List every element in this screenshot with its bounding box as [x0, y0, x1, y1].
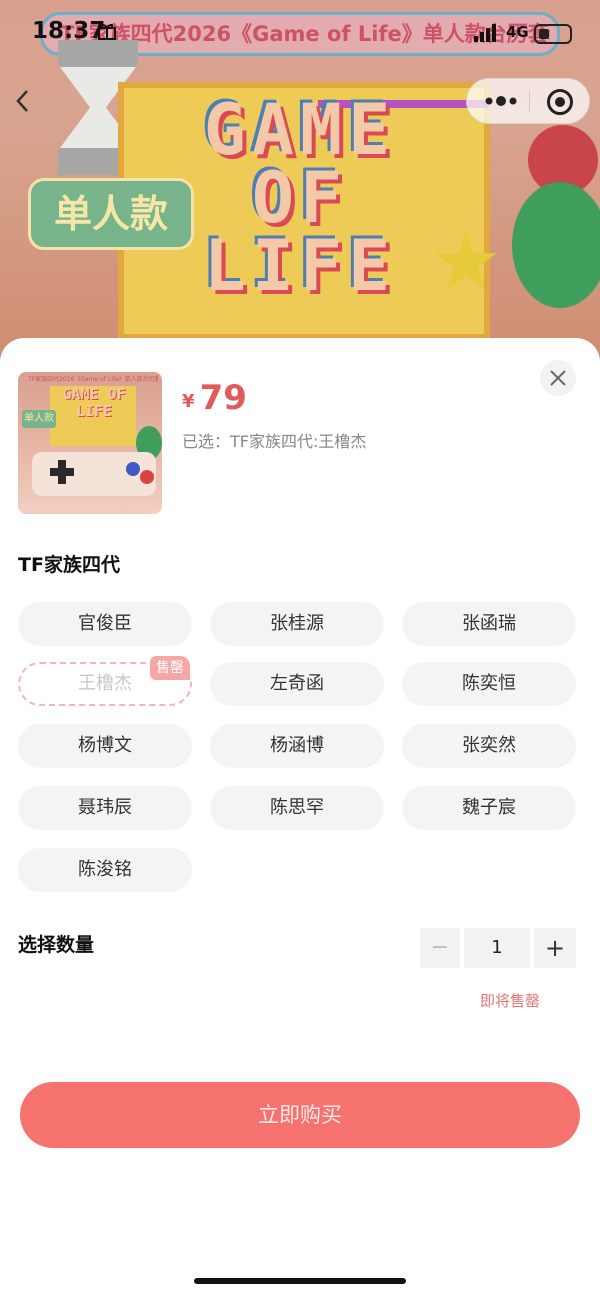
- quantity-decrease-button[interactable]: −: [420, 928, 460, 968]
- option-chip[interactable]: 官俊臣: [18, 602, 192, 646]
- thumb-tag: 单人款: [22, 410, 56, 428]
- close-button[interactable]: [540, 360, 576, 396]
- option-chip[interactable]: 张函瑞: [402, 602, 576, 646]
- product-thumbnail: TF家族四代2026《Game of Life》单人款台历套装 GAME OF …: [18, 372, 162, 514]
- option-label: 王橹杰: [78, 673, 132, 694]
- chevron-left-icon: [16, 90, 28, 112]
- battery-icon: [534, 24, 572, 44]
- thumb-button-red: [140, 470, 154, 484]
- quantity-title: 选择数量: [18, 934, 95, 956]
- gift-icon: [98, 24, 116, 40]
- price-amount: 79: [199, 378, 247, 418]
- thumb-dpad-vertical: [58, 460, 66, 484]
- product-banner: TF家族四代2026《Game of Life》单人款台历套装 GAME OF …: [0, 0, 600, 360]
- star-graphic: ★: [430, 215, 502, 308]
- price: ¥ 79: [182, 378, 247, 418]
- status-time: 18:37: [32, 18, 106, 44]
- more-icon[interactable]: [481, 87, 521, 115]
- option-chip[interactable]: 张桂源: [210, 602, 384, 646]
- quantity-increase-button[interactable]: +: [534, 928, 576, 968]
- miniprogram-capsule: [466, 78, 590, 124]
- option-chip[interactable]: 魏子宸: [402, 786, 576, 830]
- option-chip[interactable]: 杨涵博: [210, 724, 384, 768]
- thumb-game-text: GAME OF LIFE: [62, 385, 126, 420]
- status-bar: 18:37 4G: [0, 18, 600, 54]
- option-group-title: TF家族四代: [18, 554, 120, 576]
- option-chip[interactable]: 陈浚铭: [18, 848, 192, 892]
- thumb-title: TF家族四代2026《Game of Life》单人款台历套装: [28, 376, 158, 383]
- exit-miniprogram-icon[interactable]: [547, 89, 573, 115]
- capsule-divider: [529, 91, 530, 113]
- option-chip[interactable]: 杨博文: [18, 724, 192, 768]
- banner-game-of-life-text: GAME OF LIFE: [203, 89, 397, 307]
- green-ball-graphic: [512, 182, 600, 308]
- selected-variant: 已选：TF家族四代:王橹杰: [182, 432, 367, 451]
- buy-now-button[interactable]: 立即购买: [20, 1082, 580, 1148]
- quantity-stepper: − 1 +: [420, 928, 576, 968]
- option-chip[interactable]: 陈思罕: [210, 786, 384, 830]
- quantity-value[interactable]: 1: [464, 928, 530, 968]
- signal-icon: [474, 24, 496, 42]
- home-indicator: [194, 1278, 406, 1284]
- stock-hint: 即将售罄: [480, 992, 541, 1010]
- close-icon: [550, 370, 566, 386]
- back-button[interactable]: [12, 86, 42, 122]
- soldout-badge: 售罄: [150, 656, 190, 680]
- network-type: 4G: [506, 23, 529, 41]
- currency-symbol: ¥: [182, 391, 195, 412]
- thumb-button-blue: [126, 462, 140, 476]
- option-chip[interactable]: 聂玮辰: [18, 786, 192, 830]
- sku-selection-sheet: TF家族四代2026《Game of Life》单人款台历套装 GAME OF …: [0, 338, 600, 1298]
- banner-single-tag: 单人款: [28, 178, 194, 250]
- option-chip-soldout[interactable]: 王橹杰 售罄: [18, 656, 192, 706]
- option-chip[interactable]: 陈奕恒: [402, 662, 576, 706]
- option-chip[interactable]: 张奕然: [402, 724, 576, 768]
- option-chip[interactable]: 左奇函: [210, 662, 384, 706]
